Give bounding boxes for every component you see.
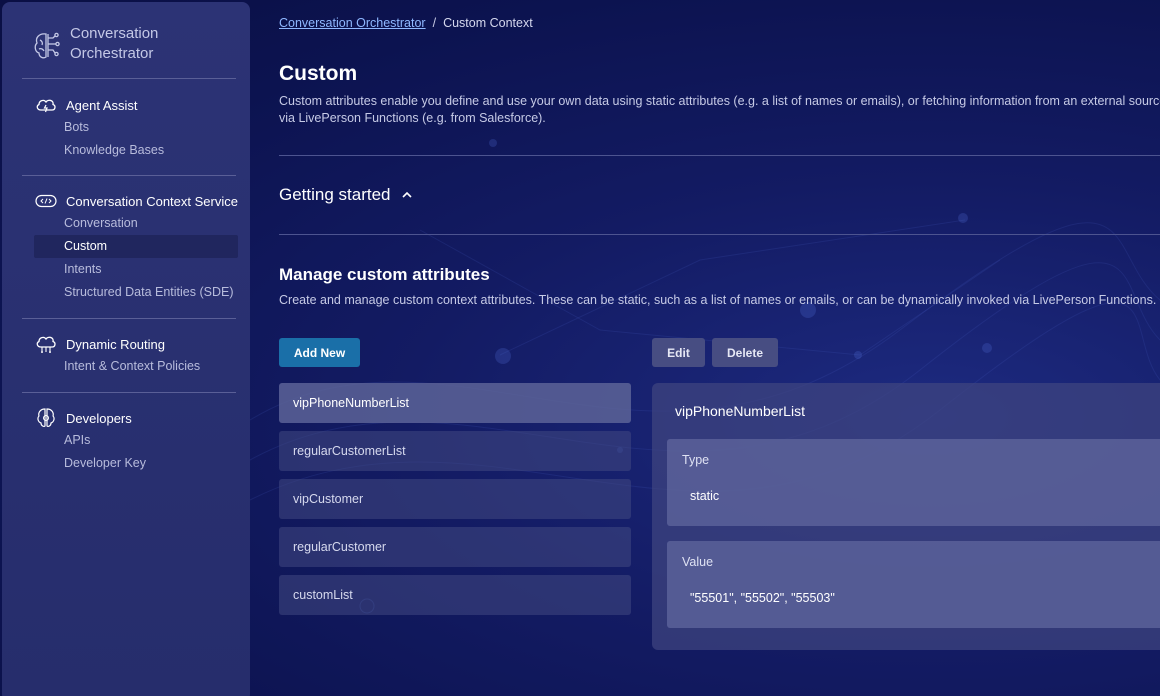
value-label: Value	[682, 555, 714, 569]
sidebar-heading-label: Developers	[66, 410, 132, 426]
brain-logo-icon	[34, 32, 60, 59]
list-item[interactable]: vipPhoneNumberList	[279, 383, 631, 423]
breadcrumb-root-link[interactable]: Conversation Orchestrator	[279, 16, 426, 30]
sidebar-item-developer-key[interactable]: Developer Key	[34, 452, 146, 475]
sidebar-item-apis[interactable]: APIs	[34, 429, 146, 452]
getting-started-toggle[interactable]: Getting started	[279, 185, 413, 205]
sidebar-item-conversation[interactable]: Conversation	[34, 212, 238, 235]
sidebar-heading-developers[interactable]: Developers	[34, 407, 146, 429]
manage-attributes-title: Manage custom attributes	[279, 265, 490, 284]
sidebar: Conversation Orchestrator Agent Assist B…	[2, 2, 250, 696]
attribute-list: vipPhoneNumberList regularCustomerList v…	[279, 383, 631, 623]
list-item[interactable]: customList	[279, 575, 631, 615]
cloud-icon	[34, 95, 58, 115]
attribute-detail-panel: vipPhoneNumberList Type static Value "55…	[652, 383, 1160, 650]
section-divider	[279, 155, 1160, 156]
brand-name: Conversation Orchestrator	[70, 25, 159, 62]
type-value: static	[690, 489, 720, 503]
sidebar-heading-label: Conversation Context Service	[66, 193, 238, 209]
routing-cloud-icon	[34, 334, 58, 354]
add-new-button[interactable]: Add New	[279, 338, 360, 367]
brand[interactable]: Conversation Orchestrator	[32, 24, 210, 64]
getting-started-label: Getting started	[279, 185, 391, 204]
manage-attributes-description: Create and manage custom context attribu…	[279, 293, 1157, 307]
developer-icon	[34, 408, 58, 428]
list-item[interactable]: regularCustomerList	[279, 431, 631, 471]
value-content: "55501", "55502", "55503"	[690, 591, 835, 605]
sidebar-heading-conversation-context-service[interactable]: Conversation Context Service	[34, 190, 238, 212]
sidebar-item-sde[interactable]: Structured Data Entities (SDE)	[34, 281, 238, 304]
sidebar-heading-dynamic-routing[interactable]: Dynamic Routing	[34, 333, 200, 355]
type-field: Type static	[667, 439, 1160, 526]
list-item[interactable]: regularCustomer	[279, 527, 631, 567]
sidebar-item-custom[interactable]: Custom	[34, 235, 238, 258]
section-divider	[279, 234, 1160, 235]
sidebar-divider	[22, 318, 236, 319]
sidebar-divider	[22, 175, 236, 176]
breadcrumb: Conversation Orchestrator / Custom Context	[279, 16, 533, 30]
edit-button[interactable]: Edit	[652, 338, 705, 367]
code-icon	[34, 191, 58, 211]
sidebar-section-dynamic-routing: Dynamic Routing Intent & Context Policie…	[34, 333, 200, 378]
delete-button[interactable]: Delete	[712, 338, 778, 367]
detail-title: vipPhoneNumberList	[675, 403, 805, 419]
sidebar-item-intents[interactable]: Intents	[34, 258, 238, 281]
sidebar-item-knowledge-bases[interactable]: Knowledge Bases	[34, 139, 164, 162]
sidebar-divider	[22, 78, 236, 79]
chevron-up-icon	[401, 191, 412, 198]
page-description: Custom attributes enable you define and …	[279, 94, 1160, 125]
sidebar-divider	[22, 392, 236, 393]
breadcrumb-current: Custom Context	[443, 16, 533, 30]
sidebar-section-conversation-context-service: Conversation Context Service Conversatio…	[34, 190, 238, 304]
sidebar-item-intent-context-policies[interactable]: Intent & Context Policies	[34, 355, 200, 378]
sidebar-heading-agent-assist[interactable]: Agent Assist	[34, 94, 164, 116]
page-title: Custom	[279, 62, 358, 85]
sidebar-section-developers: Developers APIs Developer Key	[34, 407, 146, 475]
sidebar-heading-label: Agent Assist	[66, 97, 138, 113]
sidebar-heading-label: Dynamic Routing	[66, 336, 165, 352]
type-label: Type	[682, 453, 710, 467]
value-field: Value "55501", "55502", "55503"	[667, 541, 1160, 628]
sidebar-section-agent-assist: Agent Assist Bots Knowledge Bases	[34, 94, 164, 162]
sidebar-item-bots[interactable]: Bots	[34, 116, 164, 139]
breadcrumb-separator: /	[432, 16, 437, 30]
list-item[interactable]: vipCustomer	[279, 479, 631, 519]
